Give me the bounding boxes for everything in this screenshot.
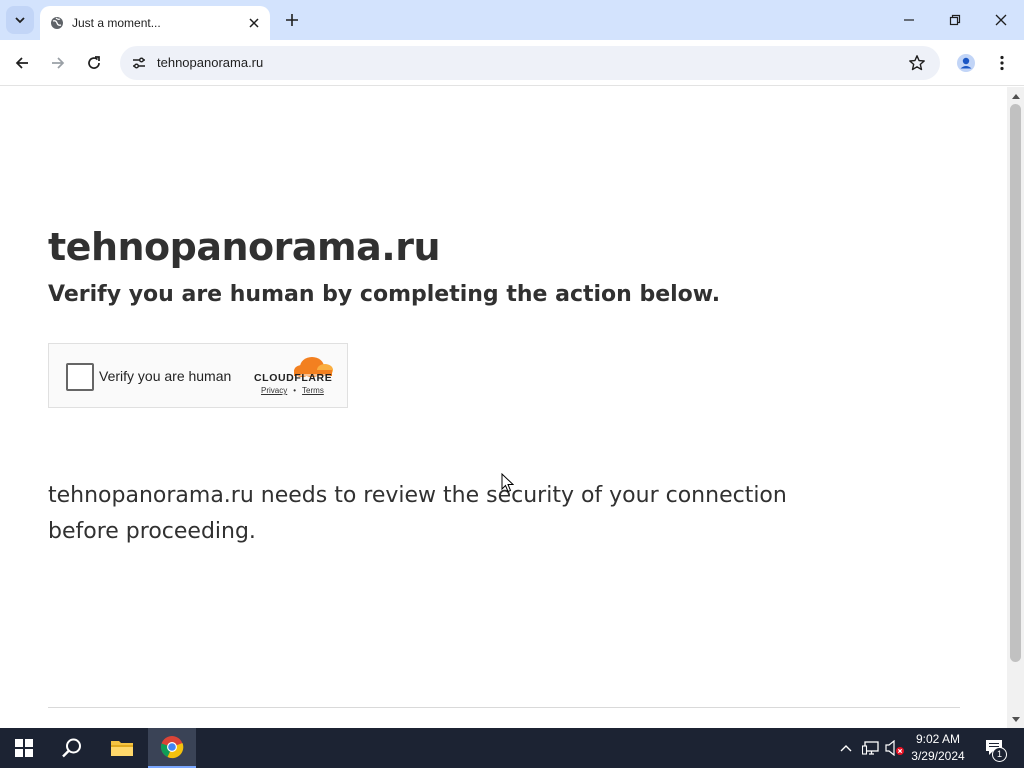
browser-toolbar: tehnopanorama.ru (0, 40, 1024, 86)
volume-muted-icon (885, 740, 904, 756)
chevron-down-icon (15, 17, 25, 24)
restore-icon (949, 14, 961, 26)
network-button[interactable] (860, 728, 882, 768)
page-scrollbar[interactable] (1007, 87, 1024, 728)
page-subtitle: Verify you are human by completing the a… (48, 282, 721, 307)
windows-start-icon (15, 739, 33, 757)
browser-tab[interactable]: Just a moment... (40, 6, 270, 40)
minimize-button[interactable] (886, 0, 932, 40)
taskbar-search-button[interactable] (48, 728, 96, 768)
scroll-up-button[interactable] (1007, 87, 1024, 104)
reload-button[interactable] (80, 49, 108, 77)
show-hidden-icons-button[interactable] (836, 728, 856, 768)
volume-button[interactable] (884, 728, 906, 768)
link-separator: • (293, 386, 297, 395)
terms-link[interactable]: Terms (302, 386, 324, 395)
network-icon (862, 741, 879, 755)
action-center-button[interactable]: 1 (978, 728, 1012, 768)
bookmark-button[interactable] (906, 52, 928, 74)
profile-button[interactable] (952, 49, 980, 77)
security-notice: tehnopanorama.ru needs to review the sec… (48, 483, 787, 544)
forward-arrow-icon (52, 57, 65, 69)
kebab-menu-icon (1000, 55, 1004, 71)
chrome-taskbar-button[interactable] (148, 728, 196, 768)
plus-icon (286, 14, 298, 26)
chevron-up-icon (840, 745, 852, 752)
close-window-button[interactable] (978, 0, 1024, 40)
site-settings-button[interactable] (126, 50, 152, 76)
tab-close-button[interactable] (244, 13, 264, 33)
chrome-icon (160, 736, 184, 759)
scrollbar-thumb[interactable] (1010, 104, 1021, 662)
back-button[interactable] (8, 49, 36, 77)
page-title: tehnopanorama.ru (48, 225, 441, 269)
menu-button[interactable] (988, 49, 1016, 77)
search-icon (62, 738, 81, 758)
verify-checkbox[interactable] (66, 363, 94, 391)
start-button[interactable] (0, 728, 48, 768)
system-clock[interactable]: 9:02 AM 3/29/2024 (908, 731, 968, 765)
minimize-icon (904, 19, 914, 21)
reload-icon (88, 56, 100, 69)
privacy-link[interactable]: Privacy (261, 386, 287, 395)
clock-date: 3/29/2024 (911, 749, 965, 763)
address-bar[interactable]: tehnopanorama.ru (120, 46, 940, 80)
clock-time: 9:02 AM (915, 732, 961, 746)
page-viewport: tehnopanorama.ru Verify you are human by… (0, 87, 1007, 728)
close-icon (995, 14, 1007, 26)
scroll-down-button[interactable] (1007, 711, 1024, 728)
url-text[interactable]: tehnopanorama.ru (157, 55, 263, 70)
site-settings-icon (133, 57, 145, 69)
windows-taskbar: 9:02 AM 3/29/2024 1 (0, 728, 1024, 768)
folder-icon (111, 741, 133, 756)
notification-count-badge: 1 (992, 747, 1007, 762)
tab-title: Just a moment... (72, 16, 161, 30)
globe-icon (50, 16, 64, 30)
footer-divider (48, 707, 960, 708)
cloudflare-challenge-widget: Verify you are human CLOUDFLARE Privacy •… (48, 343, 348, 408)
verify-label[interactable]: Verify you are human (99, 368, 231, 384)
star-icon (909, 55, 925, 71)
tab-search-button[interactable] (6, 6, 34, 34)
cloudflare-wordmark: CLOUDFLARE (254, 372, 333, 384)
restore-button[interactable] (932, 0, 978, 40)
back-arrow-icon (15, 57, 28, 69)
file-explorer-button[interactable] (98, 728, 146, 768)
triangle-down-icon (1011, 716, 1020, 722)
forward-button[interactable] (44, 49, 72, 77)
mouse-cursor-icon (501, 473, 514, 493)
close-icon (249, 18, 259, 28)
tab-strip: Just a moment... (0, 0, 1024, 40)
triangle-up-icon (1011, 93, 1020, 99)
profile-icon (957, 54, 975, 72)
new-tab-button[interactable] (280, 8, 304, 32)
cloudflare-links: Privacy • Terms (261, 386, 324, 395)
